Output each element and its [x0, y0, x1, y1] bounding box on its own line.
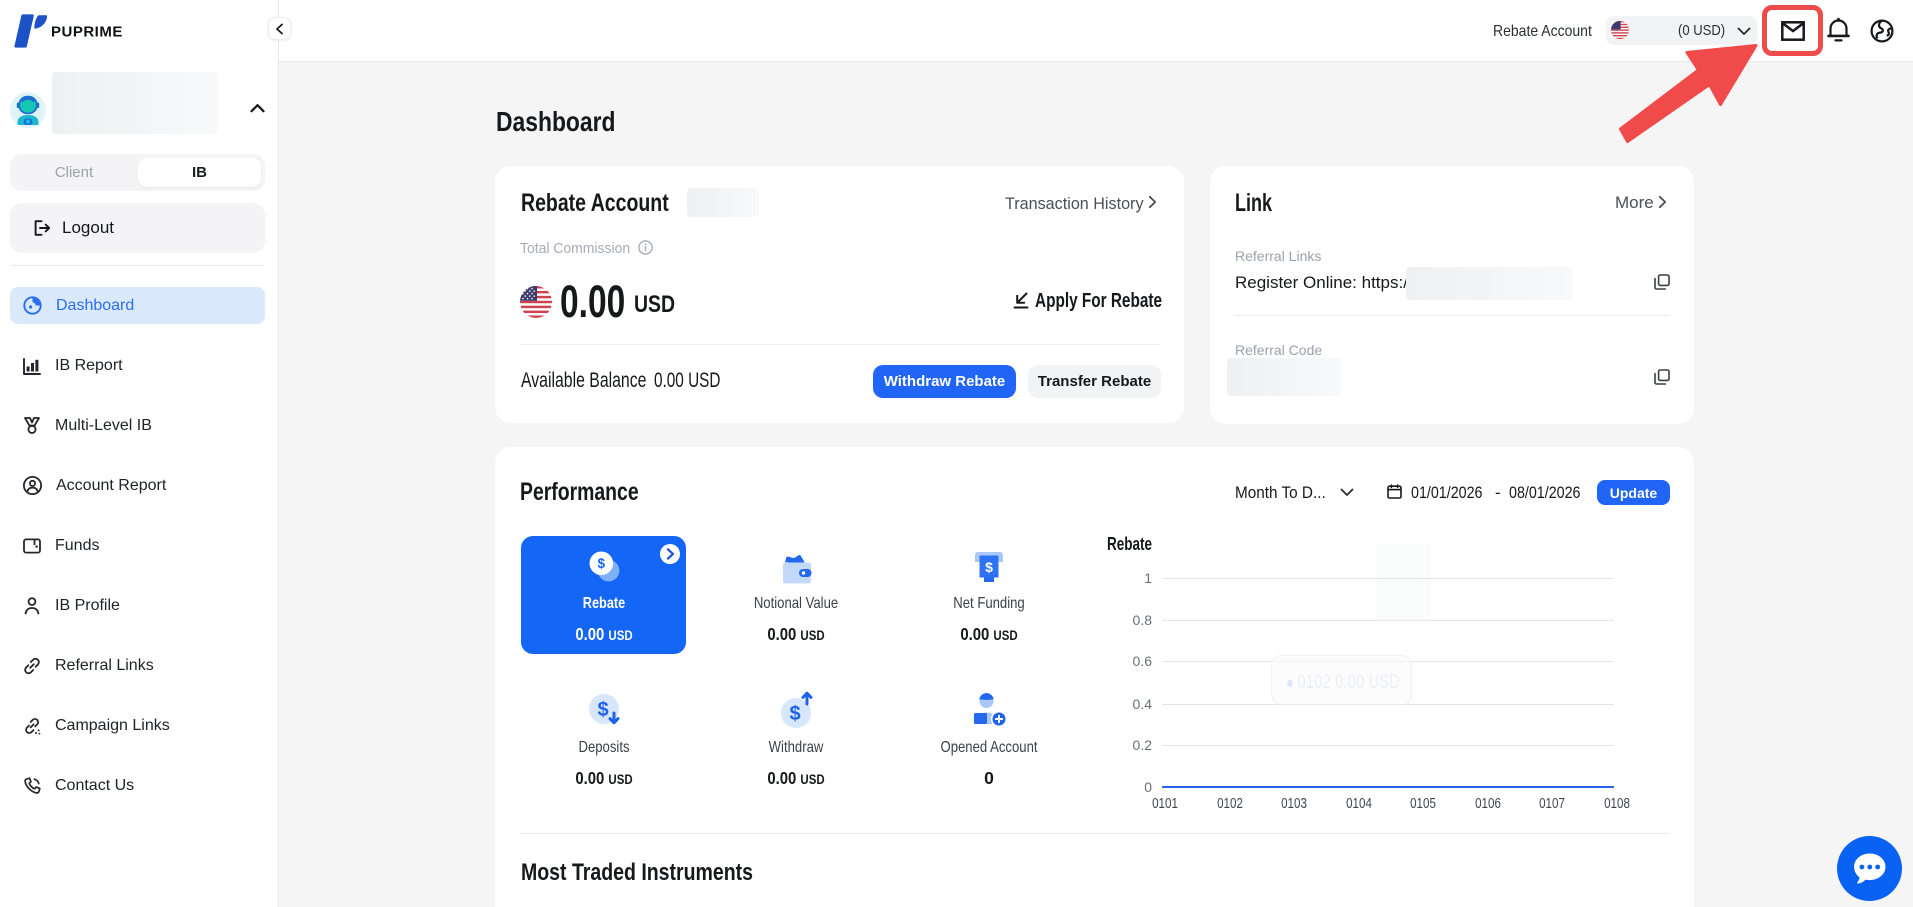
- svg-text:$: $: [598, 556, 606, 571]
- svg-text:$: $: [985, 559, 993, 575]
- svg-text:PUPRIME: PUPRIME: [51, 24, 123, 41]
- svg-text:$: $: [789, 703, 800, 725]
- svg-text:$: $: [597, 699, 608, 721]
